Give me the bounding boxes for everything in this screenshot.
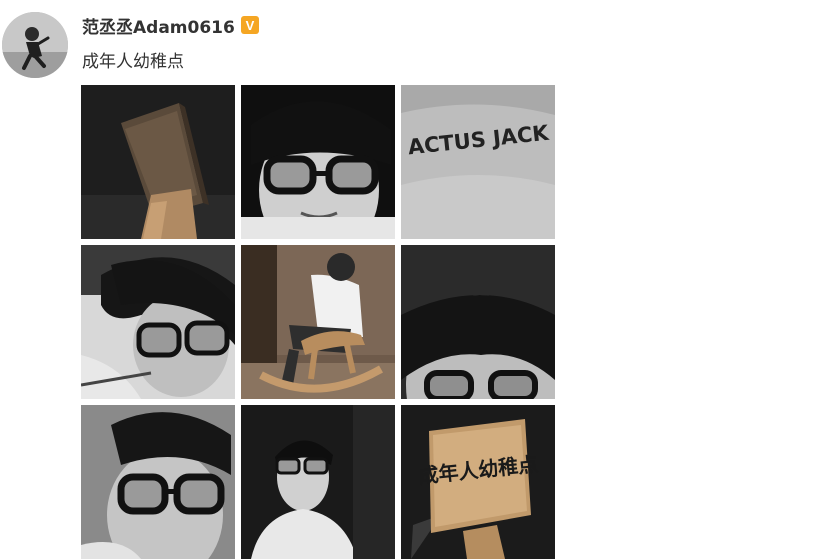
image-grid: ACTUS JACK 成年人幼稚点 <box>81 85 555 559</box>
username-link[interactable]: 范丞丞Adam0616 <box>82 13 235 38</box>
image-tile-3[interactable]: ACTUS JACK <box>401 85 555 239</box>
image-tile-7[interactable] <box>81 405 235 559</box>
image-tile-9[interactable]: 成年人幼稚点 <box>401 405 555 559</box>
mirror-selfie-photo <box>241 405 395 559</box>
verified-badge-icon: V <box>240 15 260 35</box>
svg-text:V: V <box>245 18 254 33</box>
image-tile-1[interactable] <box>81 85 235 239</box>
user-avatar-icon <box>2 12 68 78</box>
selfie-glasses-photo <box>81 245 235 399</box>
portrait-glasses-photo <box>241 85 395 239</box>
post-text: 成年人幼稚点 <box>82 52 184 72</box>
image-tile-4[interactable] <box>81 245 235 399</box>
post-header: 范丞丞Adam0616 V <box>82 12 260 38</box>
rocking-horse-photo <box>241 245 395 399</box>
image-tile-5[interactable] <box>241 245 395 399</box>
image-tile-2[interactable] <box>241 85 395 239</box>
grey-sweater-photo: ACTUS JACK <box>401 85 555 239</box>
selfie-glasses-2-photo <box>81 405 235 559</box>
image-tile-6[interactable] <box>401 245 555 399</box>
user-avatar[interactable] <box>2 12 68 78</box>
wooden-sign-photo <box>81 85 235 239</box>
close-up-face-photo <box>401 245 555 399</box>
image-tile-8[interactable] <box>241 405 395 559</box>
wooden-fan-photo: 成年人幼稚点 <box>401 405 555 559</box>
